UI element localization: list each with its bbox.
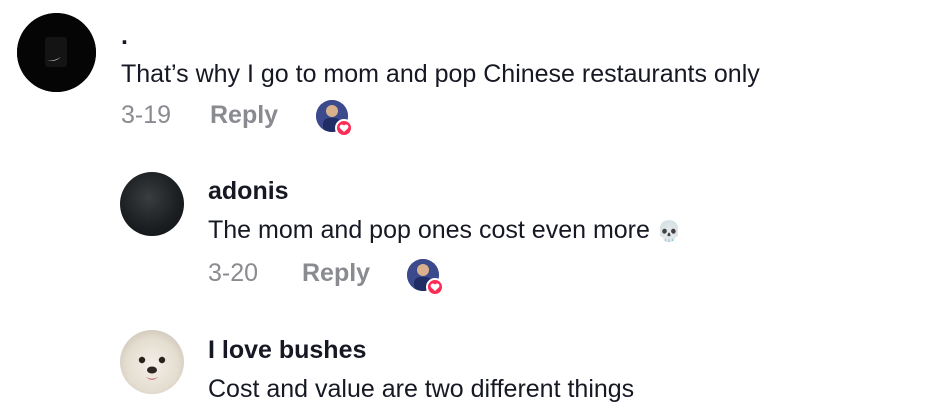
comment-date: 3-19 (121, 101, 172, 129)
comment-username[interactable]: adonis (208, 177, 289, 206)
avatar-image (138, 356, 166, 380)
creator-liked-badge[interactable] (407, 259, 445, 297)
heart-icon (335, 119, 353, 137)
creator-liked-badge[interactable] (316, 100, 354, 138)
comment-text: Cost and value are two different things (208, 375, 635, 403)
reply-button[interactable]: Reply (210, 101, 278, 130)
reply-button[interactable]: Reply (302, 259, 370, 288)
avatar[interactable] (120, 330, 184, 394)
comment-text: That’s why I go to mom and pop Chinese r… (121, 60, 760, 88)
avatar[interactable] (120, 172, 184, 236)
comment-username[interactable]: I love bushes (208, 336, 366, 365)
comment-text-body: The mom and pop ones cost even more (208, 216, 650, 244)
skull-emoji: 💀 (656, 221, 682, 243)
comment-date: 3-20 (208, 259, 259, 287)
heart-icon (426, 278, 444, 296)
comment-text: The mom and pop ones cost even more 💀 (208, 216, 682, 245)
avatar-image (17, 13, 96, 92)
comment-username[interactable]: . (121, 22, 128, 51)
avatar[interactable] (17, 13, 96, 92)
